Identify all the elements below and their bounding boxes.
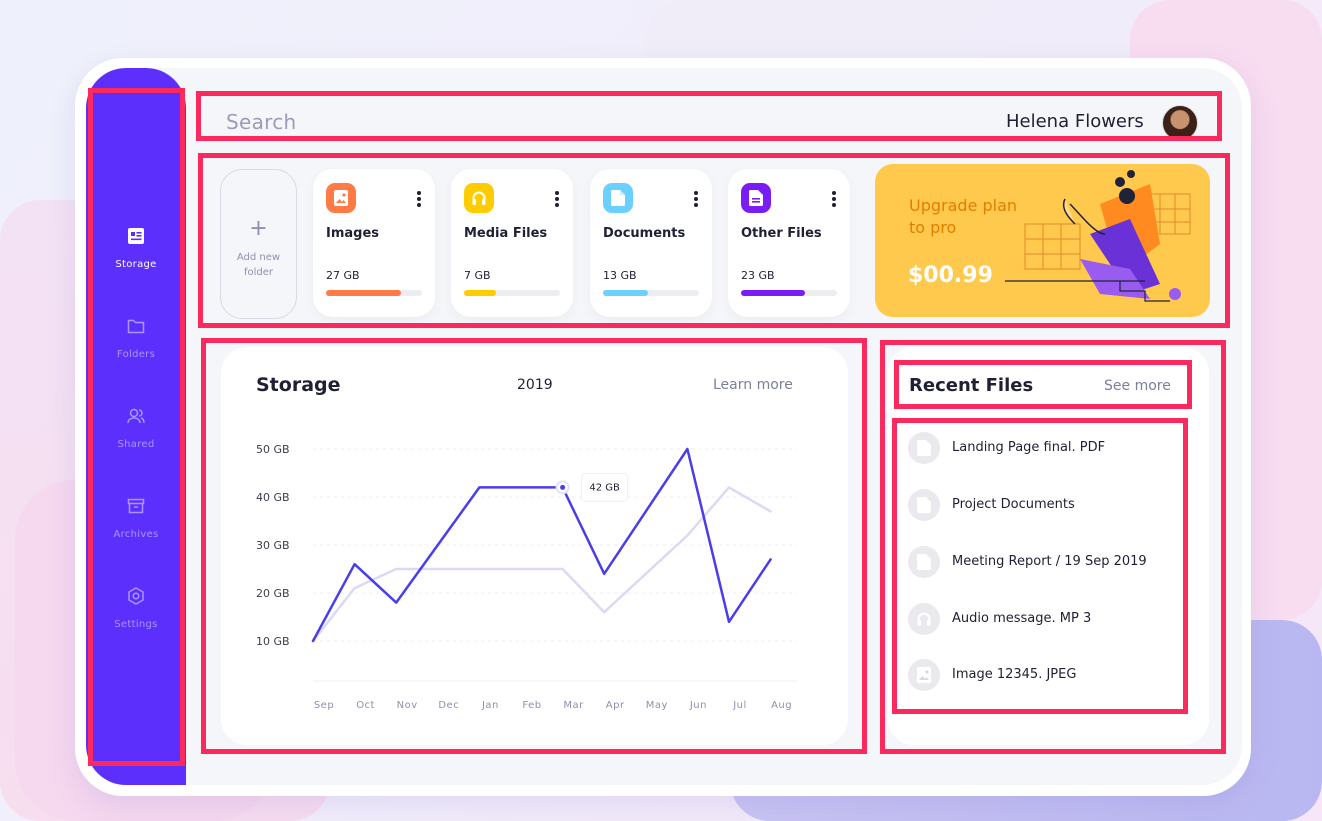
highlight-box bbox=[88, 88, 185, 766]
highlight-box bbox=[892, 418, 1188, 714]
highlight-box bbox=[894, 360, 1192, 409]
highlight-box bbox=[196, 91, 1222, 141]
highlight-box bbox=[198, 153, 1230, 328]
highlight-box bbox=[201, 338, 867, 754]
